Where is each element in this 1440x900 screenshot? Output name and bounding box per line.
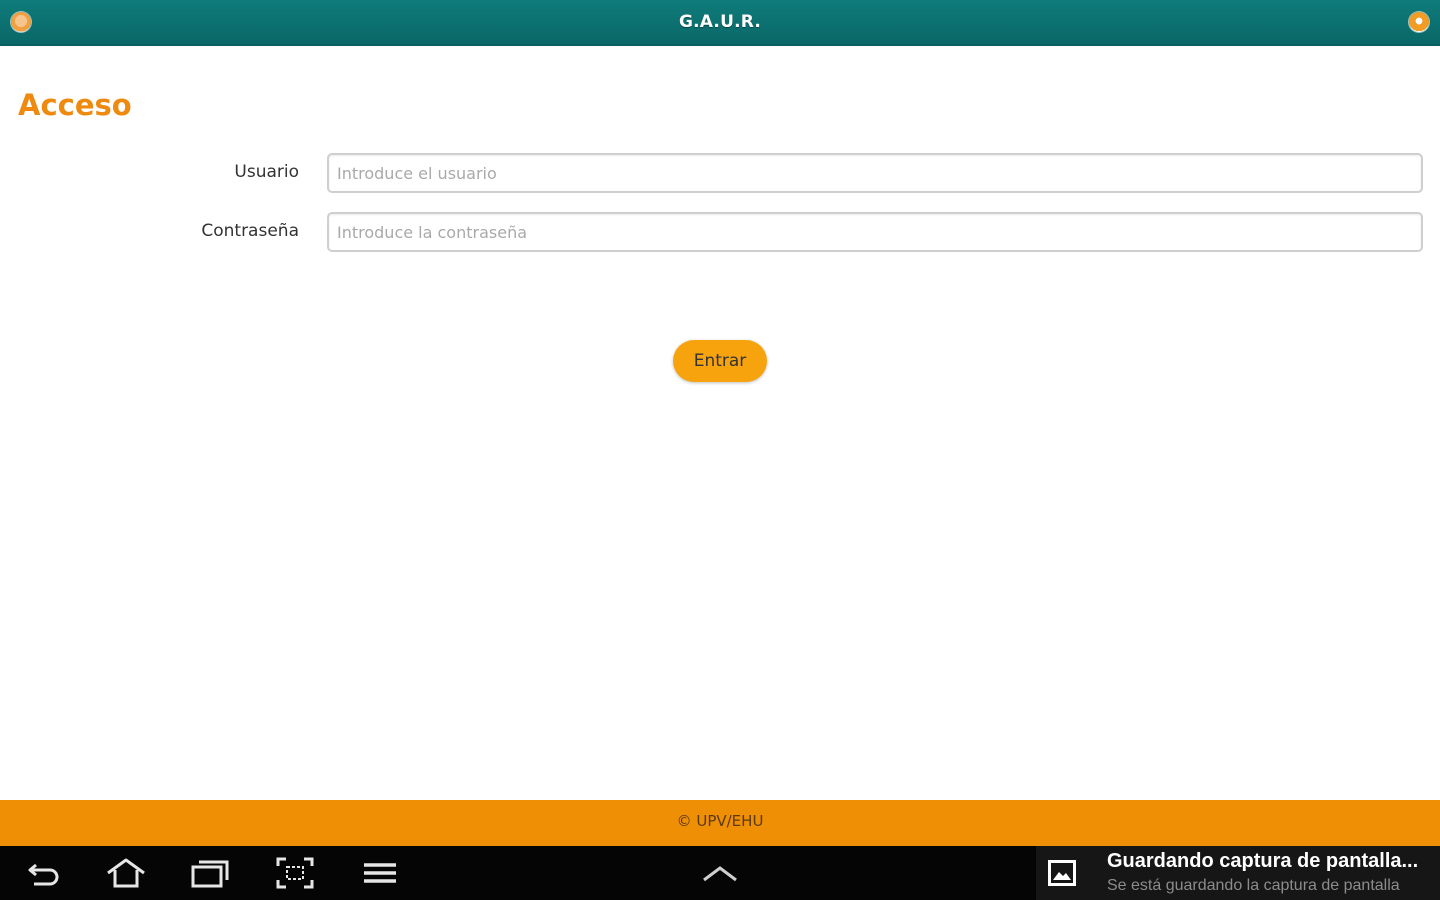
back-icon[interactable]	[24, 856, 64, 890]
chevron-up-icon[interactable]	[700, 856, 740, 890]
password-input[interactable]	[327, 212, 1423, 252]
menu-icon[interactable]	[360, 856, 400, 890]
app-title: G.A.U.R.	[678, 12, 762, 32]
screenshot-notification[interactable]: Guardando captura de pantalla... Se está…	[1036, 846, 1440, 900]
notification-title: Guardando captura de pantalla...	[1107, 850, 1419, 872]
password-label: Contraseña	[201, 221, 299, 241]
notification-subtitle: Se está guardando la captura de pantalla	[1107, 877, 1400, 894]
username-input[interactable]	[327, 153, 1423, 193]
header-power-button-icon[interactable]	[1409, 12, 1429, 32]
page-title: Acceso	[18, 88, 132, 122]
username-row: Usuario	[0, 152, 1440, 194]
system-nav-bar: Guardando captura de pantalla... Se está…	[0, 846, 1440, 900]
recent-apps-icon[interactable]	[190, 856, 230, 890]
username-label: Usuario	[234, 162, 299, 182]
home-icon[interactable]	[106, 856, 146, 890]
app-header: G.A.U.R.	[0, 0, 1440, 46]
footer: © UPV/EHU	[0, 800, 1440, 846]
image-icon	[1048, 860, 1076, 886]
password-row: Contraseña	[0, 211, 1440, 253]
enter-button[interactable]: Entrar	[673, 340, 767, 382]
screenshot-icon[interactable]	[275, 856, 315, 890]
